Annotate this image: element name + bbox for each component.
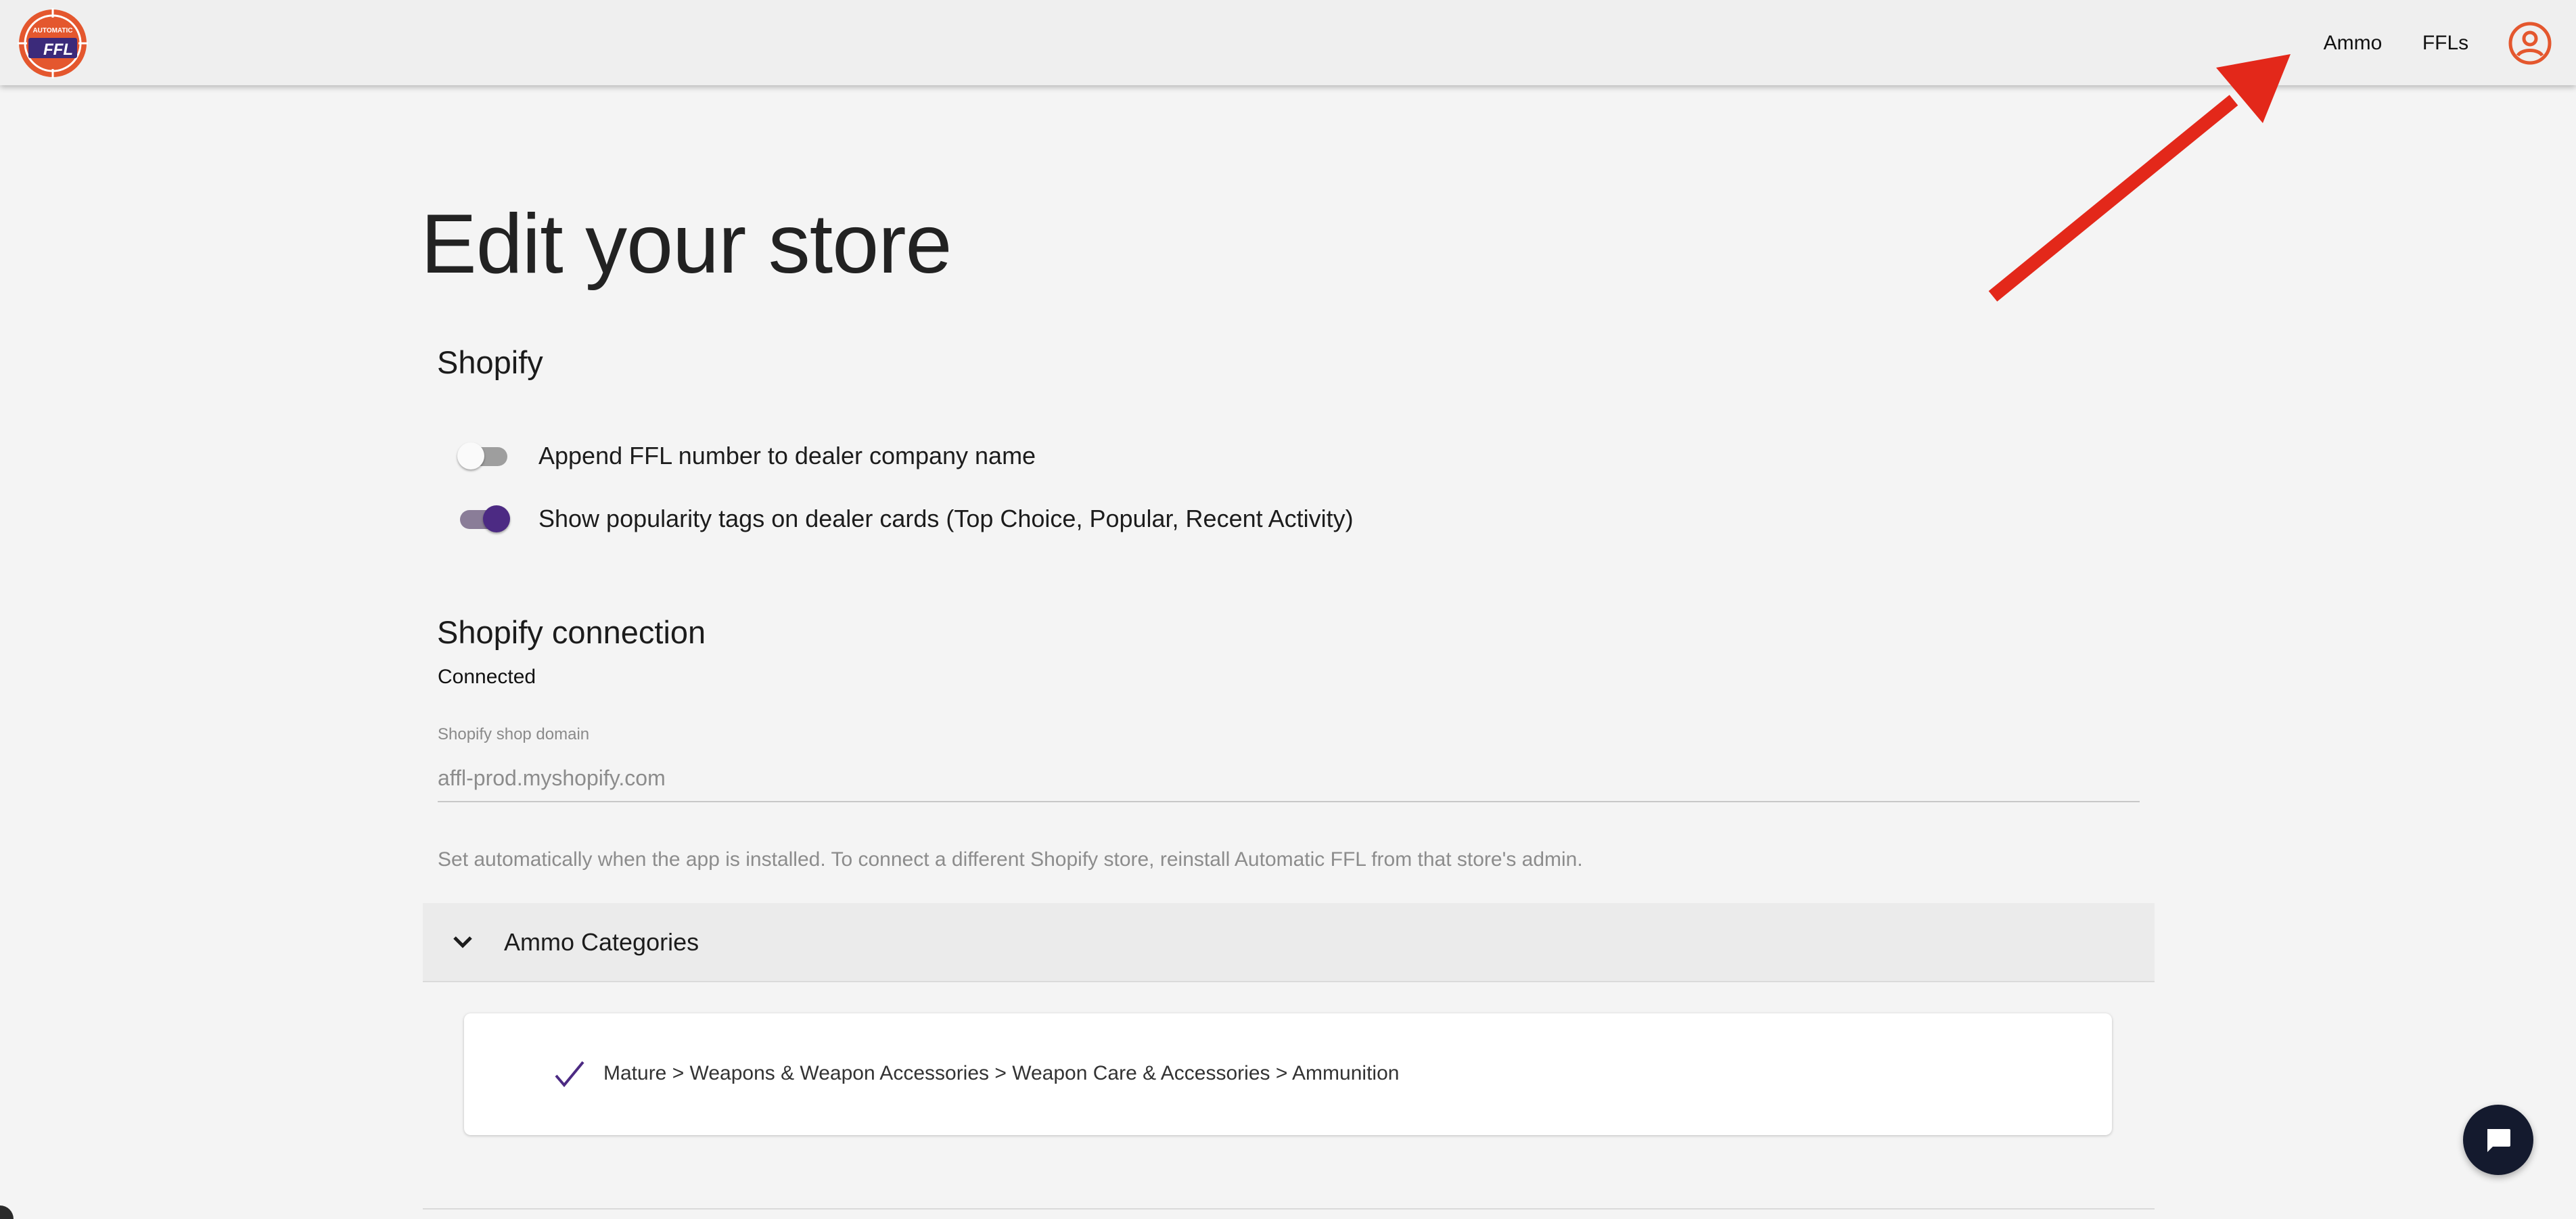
shopify-connection-title: Shopify connection [437, 614, 706, 650]
check-icon[interactable] [552, 1057, 587, 1092]
divider [423, 1208, 2155, 1210]
connection-help-text: Set automatically when the app is instal… [438, 848, 1583, 871]
chevron-down-icon[interactable] [448, 927, 478, 957]
account-circle-icon[interactable] [2507, 20, 2553, 66]
popularity-tags-label: Show popularity tags on dealer cards (To… [538, 505, 1354, 532]
logo-text-main: FFL [43, 41, 73, 59]
append-ffl-switch[interactable] [457, 434, 511, 478]
append-ffl-label: Append FFL number to dealer company name [538, 442, 1036, 469]
shop-domain-label: Shopify shop domain [438, 725, 590, 743]
top-app-bar: AUTOMATIC FFL Ammo FFLs [0, 0, 2576, 85]
chat-icon [2487, 1129, 2510, 1152]
window-corner [0, 1205, 14, 1219]
connection-status: Connected [438, 666, 536, 688]
toggle-row-append-ffl: Append FFL number to dealer company name [457, 434, 1036, 478]
nav-ammo[interactable]: Ammo [2300, 15, 2406, 72]
shopify-section-title: Shopify [437, 344, 543, 380]
category-item-label: Mature > Weapons & Weapon Accessories > … [603, 1062, 1400, 1084]
logo-text-top: AUTOMATIC [32, 27, 72, 34]
shop-domain-field[interactable] [438, 755, 2140, 802]
ammo-categories-title: Ammo Categories [504, 928, 699, 956]
page-title: Edit your store [421, 198, 952, 291]
automatic-ffl-logo[interactable]: AUTOMATIC FFL [18, 8, 88, 78]
toggle-row-popularity-tags: Show popularity tags on dealer cards (To… [457, 497, 1354, 540]
nav-ffls[interactable]: FFLs [2408, 15, 2483, 72]
popularity-tags-switch[interactable] [457, 497, 511, 540]
chat-button[interactable] [2463, 1105, 2533, 1175]
